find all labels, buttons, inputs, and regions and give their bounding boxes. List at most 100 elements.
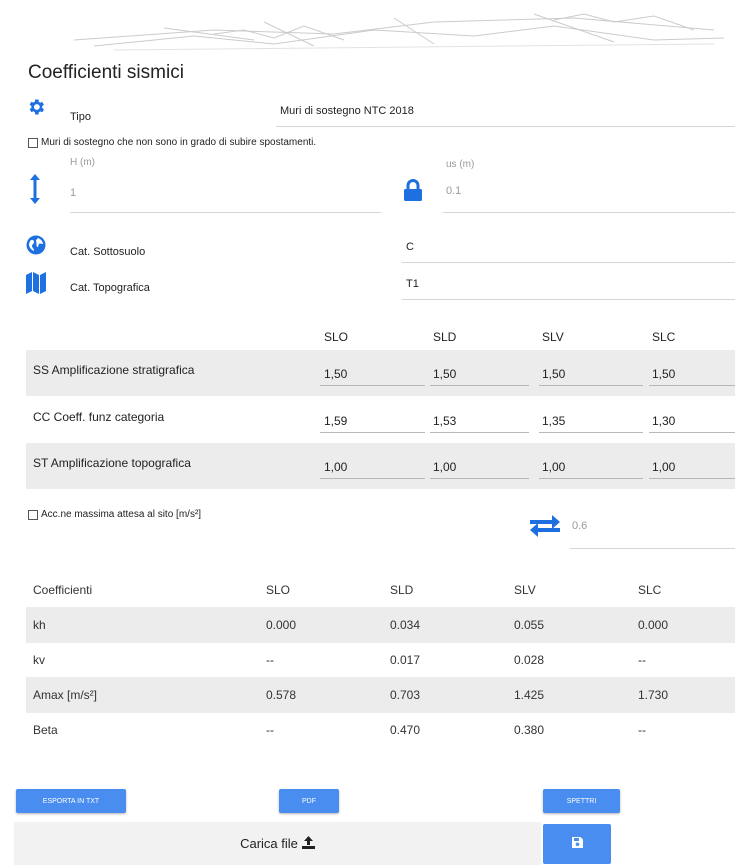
swap-arrows-icon	[530, 515, 560, 540]
sottosuolo-label: Cat. Sottosuolo	[70, 246, 146, 258]
save-button[interactable]	[543, 824, 611, 864]
table-cell: 0.470	[390, 723, 421, 737]
cell-input[interactable]: 1,00	[542, 460, 565, 474]
header-slv: SLV	[542, 330, 564, 344]
cell-input[interactable]: 1,59	[324, 414, 347, 428]
cell-underline	[649, 478, 735, 479]
row-label: SS Amplificazione stratigrafica	[33, 363, 195, 377]
table-cell: 0.000	[638, 618, 669, 632]
vertical-arrows-icon	[30, 174, 40, 207]
table-cell: 1.730	[638, 688, 669, 702]
table-cell: --	[266, 653, 274, 667]
table-cell: 0.380	[514, 723, 545, 737]
topografica-label: Cat. Topografica	[70, 282, 150, 294]
cell-input[interactable]: 1,50	[324, 367, 347, 381]
row-label: Beta	[33, 723, 58, 737]
topografica-select[interactable]: T1	[406, 278, 735, 296]
no-spostamenti-checkbox[interactable]: Muri di sostegno che non sono in grado d…	[28, 137, 316, 148]
acc-massima-underline	[570, 548, 735, 549]
row-label: kv	[33, 653, 45, 667]
cell-input[interactable]: 1,50	[542, 367, 565, 381]
topografica-underline	[402, 299, 735, 300]
checkbox-box[interactable]	[28, 137, 38, 148]
row-label: ST Amplificazione topografica	[33, 456, 191, 470]
tipo-label: Tipo	[70, 111, 91, 123]
table-cell: --	[266, 723, 274, 737]
cell-underline	[320, 478, 425, 479]
table-cell: 0.703	[390, 688, 421, 702]
row-label: kh	[33, 618, 46, 632]
cell-underline	[649, 432, 735, 433]
tipo-underline	[276, 126, 735, 127]
header-slo: SLO	[324, 330, 349, 344]
row-label: CC Coeff. funz categoria	[33, 410, 165, 424]
table-row: SS Amplificazione stratigrafica 1,50 1,5…	[26, 350, 735, 396]
amplification-table-header: SLO SLD SLV SLC	[26, 310, 735, 348]
cell-underline	[320, 385, 425, 386]
sottosuolo-underline	[402, 262, 735, 263]
acc-massima-checkbox[interactable]: Acc.ne massima attesa al sito [m/s²]	[28, 509, 201, 520]
acc-massima-input[interactable]: 0.6	[572, 520, 735, 540]
floppy-disk-icon	[571, 837, 583, 851]
cell-underline	[320, 432, 425, 433]
header-slo: SLO	[266, 583, 291, 597]
header-sld: SLD	[390, 583, 414, 597]
header-slv: SLV	[514, 583, 536, 597]
export-txt-button[interactable]: Esporta in TXT	[16, 789, 126, 813]
header-banner	[14, 0, 735, 58]
cell-underline	[539, 478, 643, 479]
acc-massima-label: Acc.ne massima attesa al sito [m/s²]	[41, 509, 202, 520]
header-coefficienti: Coefficienti	[33, 583, 93, 597]
cell-underline	[649, 385, 735, 386]
globe-icon	[26, 235, 46, 258]
cell-input[interactable]: 1,00	[433, 460, 456, 474]
h-field-label: H (m)	[70, 157, 95, 168]
map-icon	[26, 272, 46, 297]
table-row: kv -- 0.017 0.028 --	[26, 642, 735, 678]
table-cell: --	[638, 723, 646, 737]
cell-input[interactable]: 1,35	[542, 414, 565, 428]
table-cell: 0.034	[390, 618, 421, 632]
us-field-input[interactable]: 0.1	[446, 185, 735, 205]
no-spostamenti-label: Muri di sostegno che non sono in grado d…	[41, 137, 317, 148]
table-cell: 1.425	[514, 688, 545, 702]
gear-icon	[26, 97, 46, 120]
header-slc: SLC	[652, 330, 676, 344]
table-row: Beta -- 0.470 0.380 --	[26, 712, 735, 748]
table-row: CC Coeff. funz categoria 1,59 1,53 1,35 …	[26, 397, 735, 443]
table-cell: 0.017	[390, 653, 421, 667]
checkbox-box[interactable]	[28, 509, 38, 520]
cell-input[interactable]: 1,50	[652, 367, 675, 381]
sottosuolo-select[interactable]: C	[406, 241, 735, 259]
table-cell: --	[638, 653, 646, 667]
cell-input[interactable]: 1,00	[324, 460, 347, 474]
upload-file-button[interactable]: Carica file	[14, 822, 541, 865]
cell-input[interactable]: 1,30	[652, 414, 675, 428]
h-field-underline	[70, 212, 381, 213]
us-field-label: us (m)	[446, 159, 475, 170]
table-row: Amax [m/s²] 0.578 0.703 1.425 1.730	[26, 677, 735, 713]
table-row: ST Amplificazione topografica 1,00 1,00 …	[26, 443, 735, 489]
us-field-underline	[443, 212, 735, 213]
pdf-button[interactable]: PDF	[279, 789, 339, 813]
cell-input[interactable]: 1,53	[433, 414, 456, 428]
cell-underline	[430, 478, 529, 479]
cell-underline	[430, 385, 529, 386]
table-cell: 0.000	[266, 618, 297, 632]
upload-file-label: Carica file	[240, 836, 298, 851]
cell-input[interactable]: 1,50	[433, 367, 456, 381]
row-label: Amax [m/s²]	[33, 688, 98, 702]
table-header-row: Coefficienti SLO SLD SLV SLC	[26, 572, 735, 608]
table-cell: 0.578	[266, 688, 297, 702]
cell-input[interactable]: 1,00	[652, 460, 675, 474]
table-row: kh 0.000 0.034 0.055 0.000	[26, 607, 735, 643]
header-sld: SLD	[433, 330, 457, 344]
upload-icon	[301, 835, 315, 852]
tipo-select[interactable]: Muri di sostegno NTC 2018	[280, 105, 735, 125]
h-field-input[interactable]: 1	[70, 187, 380, 207]
cell-underline	[539, 385, 643, 386]
table-cell: 0.055	[514, 618, 545, 632]
spettri-button[interactable]: Spettri	[543, 789, 620, 813]
cell-underline	[539, 432, 643, 433]
table-cell: 0.028	[514, 653, 545, 667]
